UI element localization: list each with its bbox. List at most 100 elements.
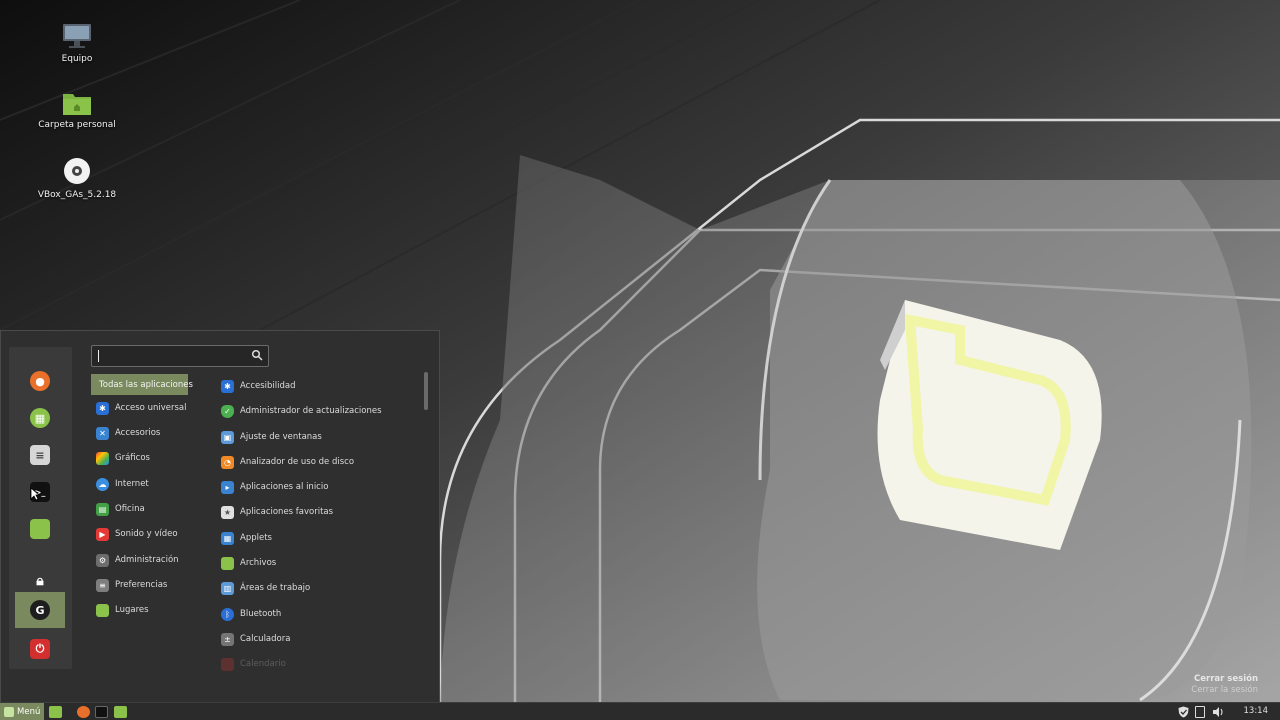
app-label: Accesibilidad <box>240 381 296 391</box>
favorite-terminal-button[interactable]: >_ <box>15 474 65 510</box>
desktop-icon-home[interactable]: Carpeta personal <box>22 90 132 130</box>
app-label: Aplicaciones favoritas <box>240 507 334 517</box>
category-places[interactable]: Lugares <box>96 600 206 620</box>
category-office[interactable]: ▤ Oficina <box>96 499 206 519</box>
menu-search-field[interactable] <box>91 345 269 367</box>
app-label: Áreas de trabajo <box>240 583 311 593</box>
category-graphics[interactable]: Gráficos <box>96 448 206 468</box>
app-accesibilidad[interactable]: ✱ Accesibilidad <box>221 376 421 396</box>
logout-button[interactable]: G <box>15 592 65 628</box>
favorite-settings-button[interactable]: ≡ <box>15 437 65 473</box>
session-title: Cerrar sesión <box>1194 674 1258 684</box>
category-internet[interactable]: ☁ Internet <box>96 474 206 494</box>
category-label: Gráficos <box>115 453 150 463</box>
app-label: Bluetooth <box>240 609 282 619</box>
app-window-tiling[interactable]: ▣ Ajuste de ventanas <box>221 427 421 447</box>
app-files[interactable]: Archivos <box>221 553 421 573</box>
category-label: Sonido y vídeo <box>115 529 178 539</box>
lock-icon: 🔒︎ <box>36 573 44 589</box>
category-label: Internet <box>115 479 149 489</box>
text-caret <box>98 350 99 362</box>
optical-disc-icon <box>64 158 90 184</box>
startup-apps-icon: ▸ <box>221 480 234 494</box>
desktop-icon-label: Carpeta personal <box>38 120 116 130</box>
administration-icon: ⚙ <box>96 553 109 567</box>
power-icon: ⏻ <box>30 639 50 659</box>
software-manager-icon: ▦ <box>30 408 50 428</box>
settings-icon: ≡ <box>30 445 50 465</box>
disk-usage-icon: ◔ <box>221 455 234 469</box>
category-label: Accesorios <box>115 428 161 438</box>
panel-firefox-icon[interactable] <box>77 706 90 718</box>
mouse-pointer <box>30 487 40 501</box>
multimedia-icon: ▶ <box>96 527 109 541</box>
shutdown-button[interactable]: ⏻ <box>15 631 65 667</box>
app-applets[interactable]: ▦ Applets <box>221 528 421 548</box>
computer-icon <box>63 24 91 48</box>
calendar-icon <box>221 657 234 671</box>
bluetooth-icon: ᛒ <box>221 607 234 621</box>
app-update-manager[interactable]: ✓ Administrador de actualizaciones <box>221 401 421 421</box>
desktop-icon-vbox[interactable]: VBox_GAs_5.2.18 <box>22 156 132 200</box>
category-accessories[interactable]: ✕ Accesorios <box>96 423 206 443</box>
update-shield-icon[interactable] <box>1178 706 1189 718</box>
panel-terminal-icon[interactable] <box>95 706 108 718</box>
accessories-icon: ✕ <box>96 426 109 440</box>
menu-button[interactable]: Menú <box>0 703 44 720</box>
volume-icon[interactable] <box>1212 706 1226 718</box>
app-label: Calendario <box>240 659 286 669</box>
favorites-sidebar: ● ▦ ≡ >_ 🔒︎ G ⏻ <box>9 347 72 669</box>
app-label: Archivos <box>240 558 277 568</box>
category-label: Lugares <box>115 605 149 615</box>
panel-folder-icon[interactable] <box>114 706 127 718</box>
session-description: Cerrar la sesión <box>1191 685 1258 695</box>
app-disk-usage[interactable]: ◔ Analizador de uso de disco <box>221 452 421 472</box>
category-all-apps[interactable]: Todas las aplicaciones <box>91 374 193 395</box>
firefox-icon: ● <box>30 371 50 391</box>
home-folder-icon <box>63 94 91 115</box>
desktop-icon-computer[interactable]: Equipo <box>22 22 132 64</box>
app-calendar[interactable]: Calendario <box>221 654 421 674</box>
favorite-firefox-button[interactable]: ● <box>15 363 65 399</box>
category-sound-video[interactable]: ▶ Sonido y vídeo <box>96 524 206 544</box>
app-label: Ajuste de ventanas <box>240 432 322 442</box>
app-label: Analizador de uso de disco <box>240 457 355 467</box>
folder-icon <box>30 519 50 539</box>
favorite-software-manager-button[interactable]: ▦ <box>15 400 65 436</box>
window-tiling-icon: ▣ <box>221 430 234 444</box>
category-universal-access[interactable]: ✱ Acceso universal <box>96 398 206 418</box>
folder-icon <box>221 556 234 570</box>
internet-icon: ☁ <box>96 477 109 491</box>
app-startup-applications[interactable]: ▸ Aplicaciones al inicio <box>221 477 421 497</box>
app-label: Aplicaciones al inicio <box>240 482 329 492</box>
network-icon[interactable] <box>1195 706 1205 718</box>
category-label: Oficina <box>115 504 145 514</box>
menu-button-label: Menú <box>17 707 41 717</box>
desktop-icon-label: VBox_GAs_5.2.18 <box>37 190 117 200</box>
search-icon <box>251 349 263 361</box>
accessibility-icon: ✱ <box>221 379 234 393</box>
office-icon: ▤ <box>96 502 109 516</box>
logout-icon: G <box>30 600 50 620</box>
category-label: Acceso universal <box>115 403 187 413</box>
app-bluetooth[interactable]: ᛒ Bluetooth <box>221 604 421 624</box>
search-input[interactable] <box>98 350 238 361</box>
show-desktop-icon[interactable] <box>49 706 62 718</box>
category-preferences[interactable]: ≡ Preferencias <box>96 575 206 595</box>
app-label: Calculadora <box>240 634 291 644</box>
app-calculator[interactable]: ± Calculadora <box>221 629 421 649</box>
app-favorite-applications[interactable]: ★ Aplicaciones favoritas <box>221 502 421 522</box>
workspaces-icon: ▥ <box>221 581 234 595</box>
panel-clock[interactable]: 13:14 <box>1244 706 1269 716</box>
category-administration[interactable]: ⚙ Administración <box>96 550 206 570</box>
app-workspaces[interactable]: ▥ Áreas de trabajo <box>221 578 421 598</box>
favorite-files-button[interactable] <box>15 511 65 547</box>
app-label: Administrador de actualizaciones <box>240 406 382 416</box>
preferences-icon: ≡ <box>96 578 109 592</box>
app-list-scrollbar[interactable] <box>424 372 428 410</box>
calculator-icon: ± <box>221 632 234 646</box>
places-icon <box>96 603 109 617</box>
graphics-icon <box>96 451 109 465</box>
bottom-panel: Menú 13:14 <box>0 702 1280 720</box>
mint-menu-icon <box>4 707 14 717</box>
